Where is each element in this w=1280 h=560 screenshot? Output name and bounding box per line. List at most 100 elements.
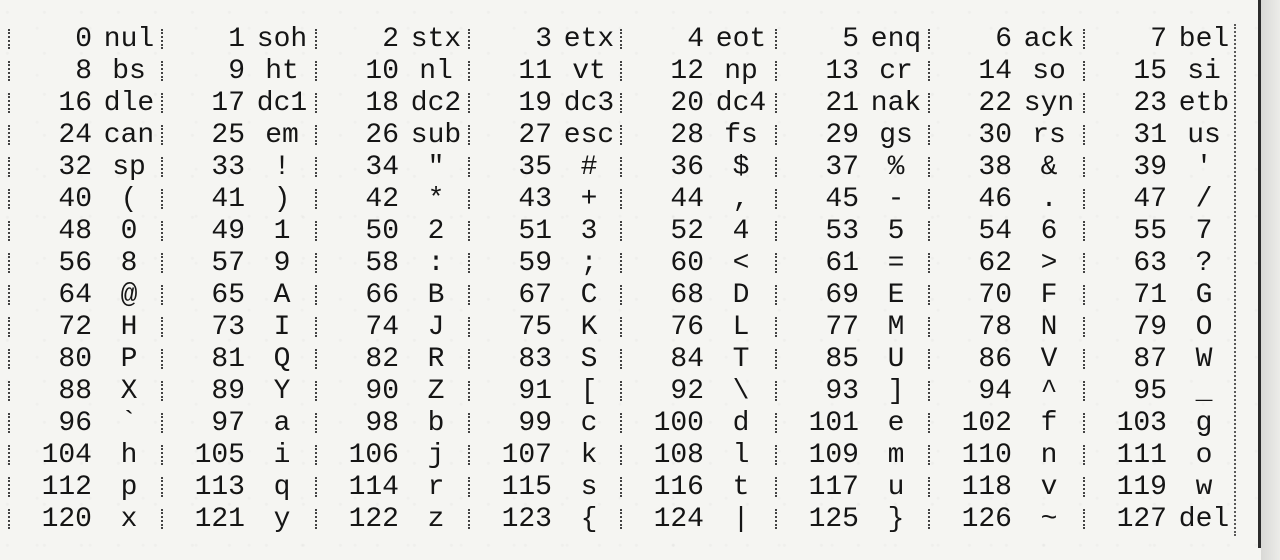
column-separator bbox=[775, 413, 779, 433]
ascii-code: 68 bbox=[670, 280, 704, 311]
ascii-cell: 66 B bbox=[307, 280, 460, 312]
ascii-cell: 105 i bbox=[153, 440, 306, 472]
column-separator bbox=[8, 509, 12, 529]
ascii-character: ? bbox=[1195, 248, 1213, 279]
ascii-cell: 67 C bbox=[460, 280, 613, 312]
ascii-code: 88 bbox=[58, 376, 92, 407]
ascii-character: ack bbox=[1023, 24, 1075, 55]
ascii-character: np bbox=[724, 56, 758, 87]
ascii-character: r bbox=[427, 472, 445, 503]
ascii-cell: 83 S bbox=[460, 344, 613, 376]
column-separator bbox=[161, 477, 165, 497]
ascii-code: 19 bbox=[518, 88, 552, 119]
ascii-cell: 4 eot bbox=[612, 24, 766, 56]
ascii-cell: 46. bbox=[920, 184, 1073, 216]
ascii-character: h bbox=[120, 440, 138, 471]
column-separator bbox=[315, 509, 319, 529]
ascii-code: 112 bbox=[41, 472, 92, 503]
ascii-code: 85 bbox=[825, 344, 859, 375]
ascii-character: n bbox=[1040, 440, 1058, 471]
ascii-code: 123 bbox=[501, 504, 552, 535]
column-separator bbox=[8, 61, 12, 81]
table-row: 24 can 25 em 26 sub 27 esc 28 fs 29 gs 30 rs 31 us bbox=[0, 120, 1258, 152]
ascii-character: V bbox=[1040, 344, 1058, 375]
ascii-code: 92 bbox=[670, 376, 704, 407]
ascii-character: cr bbox=[879, 56, 913, 87]
ascii-code: 38 bbox=[978, 152, 1012, 183]
ascii-character: ^ bbox=[1040, 376, 1058, 407]
ascii-character: T bbox=[732, 344, 750, 375]
ascii-cell: 113 q bbox=[153, 472, 306, 504]
ascii-cell: 3 etx bbox=[460, 24, 614, 56]
column-separator bbox=[928, 189, 932, 209]
column-separator bbox=[161, 221, 165, 241]
ascii-character: us bbox=[1187, 120, 1221, 151]
ascii-cell: 73 I bbox=[153, 312, 306, 344]
ascii-code: 45 bbox=[825, 184, 859, 215]
ascii-character: dc1 bbox=[256, 88, 308, 119]
ascii-cell: 30 rs bbox=[920, 120, 1073, 152]
ascii-code: 86 bbox=[978, 344, 1012, 375]
table-row: 104 h 105 i 106 j 107 k 108 l 109 m 110 n 111 o bbox=[0, 440, 1258, 472]
column-separator bbox=[775, 189, 779, 209]
ascii-character: 5 bbox=[887, 216, 905, 247]
ascii-code: 42 bbox=[365, 184, 399, 215]
column-separator bbox=[468, 61, 472, 81]
ascii-cell: 88 X bbox=[0, 376, 153, 408]
ascii-character: e bbox=[887, 408, 905, 439]
ascii-code: 62 bbox=[978, 248, 1012, 279]
ascii-character: nl bbox=[419, 56, 453, 87]
table-row: 112 p 113 q 114 r 115 s 116 t 117 u 118 v 119 w bbox=[0, 472, 1258, 504]
ascii-cell: 47 / bbox=[1075, 184, 1228, 216]
ascii-cell: 62 > bbox=[920, 248, 1073, 280]
ascii-character: bel bbox=[1178, 24, 1230, 55]
column-separator bbox=[928, 413, 932, 433]
ascii-character: i bbox=[273, 440, 291, 471]
ascii-code: 110 bbox=[961, 440, 1012, 471]
ascii-code: 43 bbox=[518, 184, 552, 215]
ascii-character: x bbox=[120, 504, 138, 535]
ascii-code: 117 bbox=[808, 472, 859, 503]
ascii-cell: 111 o bbox=[1075, 440, 1228, 472]
ascii-code: 32 bbox=[58, 152, 92, 183]
ascii-cell: 77 M bbox=[767, 312, 920, 344]
column-separator bbox=[928, 221, 932, 241]
column-separator bbox=[8, 317, 12, 337]
ascii-cell: 5 enq bbox=[767, 24, 921, 56]
ascii-cell: 97 a bbox=[153, 408, 306, 440]
table-row: 80 P 81 Q 82 R 83 S 84 T 85 U 86 V 87 W bbox=[0, 344, 1258, 376]
ascii-code: 51 bbox=[518, 216, 552, 247]
ascii-cell: 58: bbox=[307, 248, 460, 280]
column-separator bbox=[620, 445, 624, 465]
ascii-code: 15 bbox=[1133, 56, 1167, 87]
ascii-cell: 13 cr bbox=[767, 56, 920, 88]
ascii-code: 114 bbox=[348, 472, 399, 503]
column-separator bbox=[775, 125, 779, 145]
column-separator bbox=[161, 445, 165, 465]
ascii-character: ' bbox=[1195, 152, 1213, 183]
ascii-character: 4 bbox=[732, 216, 750, 247]
ascii-cell: 120 x bbox=[0, 504, 153, 536]
table-row: 16 dle 17 dc1 18 dc2 19 dc3 20 dc4 21 nak 22 syn 23 etb bbox=[0, 88, 1258, 120]
ascii-character: m bbox=[887, 440, 905, 471]
ascii-character: : bbox=[427, 248, 445, 279]
ascii-cell: 121 y bbox=[153, 504, 306, 536]
ascii-cell: 81 Q bbox=[153, 344, 306, 376]
ascii-code: 26 bbox=[365, 120, 399, 151]
ascii-character: del bbox=[1178, 504, 1230, 535]
column-separator bbox=[161, 413, 165, 433]
ascii-character: em bbox=[265, 120, 299, 151]
ascii-code: 94 bbox=[978, 376, 1012, 407]
ascii-code: 64 bbox=[58, 280, 92, 311]
ascii-cell: 57 9 bbox=[153, 248, 306, 280]
ascii-cell: 21 nak bbox=[767, 88, 921, 120]
ascii-table: 0 nul 1 soh 2 stx 3 etx 4 eot 5 enq 6 ack 7 bel 8 bs 9 ht 10… bbox=[0, 24, 1258, 536]
column-separator bbox=[620, 413, 624, 433]
ascii-code: 106 bbox=[348, 440, 399, 471]
column-separator bbox=[928, 61, 932, 81]
column-separator bbox=[315, 157, 319, 177]
ascii-code: 105 bbox=[194, 440, 245, 471]
column-separator bbox=[620, 317, 624, 337]
ascii-character: O bbox=[1195, 312, 1213, 343]
ascii-cell: 126 ~ bbox=[920, 504, 1073, 536]
